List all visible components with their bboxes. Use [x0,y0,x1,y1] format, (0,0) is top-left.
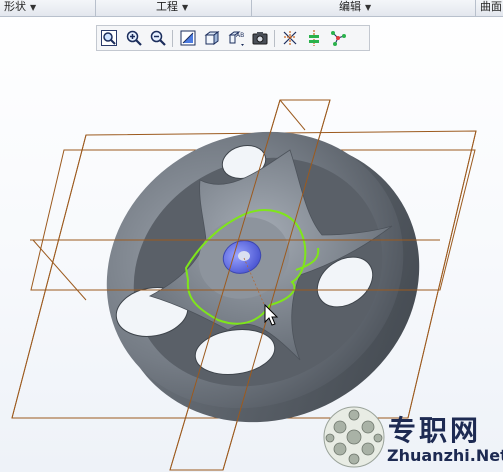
hub-bore [238,251,250,261]
datum-plane-edge [279,99,306,131]
group-shape-label: 形状 [4,0,26,13]
group-edit-label: 编辑 [339,0,361,13]
datum-points-button[interactable] [327,28,349,48]
zoom-out-button[interactable] [147,28,169,48]
view-manager-button[interactable] [249,28,271,48]
zoom-in-icon [126,30,142,46]
zoom-out-icon [150,30,166,46]
group-divider [95,0,96,16]
view-manager-icon [252,32,268,45]
datum-planes-icon [283,31,297,45]
chevron-down-icon: ▼ [30,3,37,12]
group-edit[interactable]: 编辑 ▼ [339,0,371,16]
watermark: 专职网 Zhuanzhi.Net [322,405,503,472]
graphics-toolbar: AB [96,25,370,51]
group-divider [251,0,252,16]
toolbar-divider [172,30,173,47]
watermark-en: Zhuanzhi.Net [387,446,503,465]
repaint-icon [180,30,196,46]
soccer-ball-logo [323,406,385,468]
zoom-fit-icon [101,30,117,46]
saved-views-icon: AB [228,31,244,46]
group-engineering[interactable]: 工程 ▼ [156,0,188,16]
zoom-in-button[interactable] [123,28,145,48]
group-engineering-label: 工程 [156,0,178,13]
datum-points-icon [331,31,346,46]
datum-planes-button[interactable] [279,28,301,48]
watermark-cn: 专职网 [388,414,482,447]
display-style-icon [204,31,220,45]
zoom-fit-button[interactable] [98,28,120,48]
svg-text:AB: AB [236,32,244,39]
display-style-button[interactable] [201,28,223,48]
datum-axes-icon [309,30,319,46]
saved-views-button[interactable]: AB [225,28,247,48]
group-shape[interactable]: 形状 ▼ [4,0,36,16]
datum-plane-edge [32,239,87,301]
chevron-down-icon: ▼ [365,3,372,12]
group-divider [475,0,476,16]
repaint-button[interactable] [177,28,199,48]
datum-axes-button[interactable] [303,28,325,48]
ribbon-group-bar: 形状 ▼ 工程 ▼ 编辑 ▼ 曲面 [0,0,503,17]
group-surface-label: 曲面 [480,0,502,13]
group-surface[interactable]: 曲面 [480,0,502,16]
toolbar-divider [274,30,275,47]
chevron-down-icon: ▼ [182,3,189,12]
